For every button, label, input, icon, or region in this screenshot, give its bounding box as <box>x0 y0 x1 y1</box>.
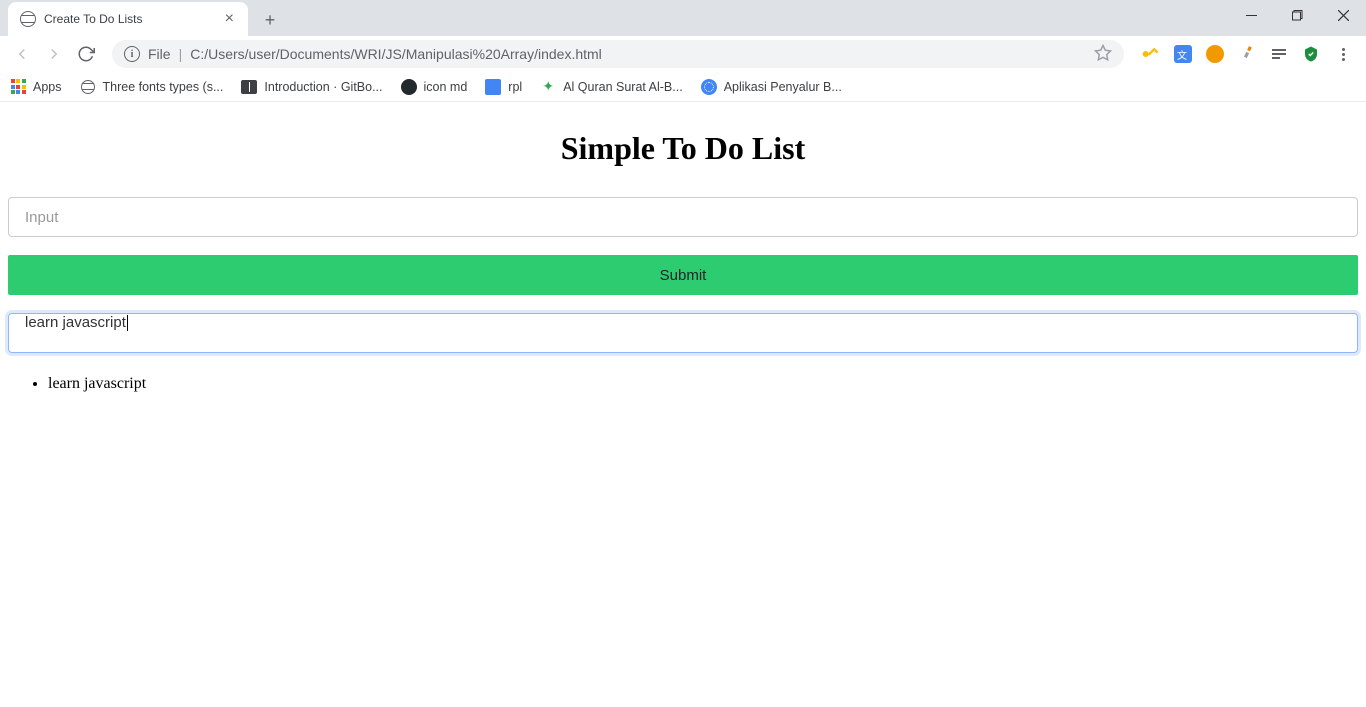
reload-button[interactable] <box>72 40 100 68</box>
bookmarks-bar: Apps Three fonts types (s... Introductio… <box>0 72 1366 102</box>
translate-icon[interactable] <box>1174 45 1192 63</box>
tab-title: Create To Do Lists <box>44 12 223 26</box>
list-item: learn javascript <box>48 375 1358 393</box>
globe-icon <box>20 11 36 27</box>
app-icon <box>701 79 717 95</box>
github-icon <box>401 79 417 95</box>
close-icon[interactable]: × <box>223 10 236 28</box>
window-controls <box>1228 0 1366 36</box>
bookmark-label: icon md <box>424 80 468 94</box>
bookmark-gitbook[interactable]: Introduction · GitBo... <box>241 79 382 95</box>
text-cursor <box>127 315 128 331</box>
apps-grid-icon <box>10 79 26 95</box>
bookmark-icon-md[interactable]: icon md <box>401 79 468 95</box>
quran-icon: ✦ <box>540 79 556 95</box>
address-path: C:/Users/user/Documents/WRI/JS/Manipulas… <box>190 46 1086 62</box>
extensions <box>1136 45 1358 63</box>
todo-input-secondary[interactable]: learn javascript <box>8 313 1358 353</box>
submit-button[interactable]: Submit <box>8 255 1358 295</box>
bookmark-label: Apps <box>33 80 62 94</box>
page-title: Simple To Do List <box>8 130 1358 167</box>
bookmark-label: Aplikasi Penyalur B... <box>724 80 842 94</box>
todo-list: learn javascript <box>8 375 1358 393</box>
extension-orange-circle-icon[interactable] <box>1206 45 1224 63</box>
new-tab-button[interactable]: + <box>256 6 284 34</box>
minimize-button[interactable] <box>1228 0 1274 30</box>
reading-list-icon[interactable] <box>1270 45 1288 63</box>
address-divider: | <box>179 46 183 62</box>
bookmark-label: Three fonts types (s... <box>103 80 224 94</box>
input-value: learn javascript <box>25 314 126 331</box>
bookmark-aplikasi[interactable]: Aplikasi Penyalur B... <box>701 79 842 95</box>
book-icon <box>241 79 257 95</box>
bookmark-label: Introduction · GitBo... <box>264 80 382 94</box>
star-icon[interactable] <box>1094 44 1112 65</box>
address-scheme: File <box>148 46 171 62</box>
maximize-button[interactable] <box>1274 0 1320 30</box>
page-content: Simple To Do List Submit learn javascrip… <box>0 102 1366 413</box>
todo-input[interactable] <box>8 197 1358 237</box>
info-icon[interactable]: i <box>124 46 140 62</box>
back-button[interactable] <box>8 40 36 68</box>
paintbrush-icon[interactable] <box>1235 42 1258 65</box>
browser-tab-strip: Create To Do Lists × + <box>0 0 1366 36</box>
address-bar[interactable]: i File | C:/Users/user/Documents/WRI/JS/… <box>112 40 1124 68</box>
close-window-button[interactable] <box>1320 0 1366 30</box>
bookmark-label: Al Quran Surat Al-B... <box>563 80 683 94</box>
forward-button[interactable] <box>40 40 68 68</box>
bookmark-apps[interactable]: Apps <box>10 79 62 95</box>
key-icon[interactable] <box>1138 41 1163 66</box>
shield-icon[interactable] <box>1302 45 1320 63</box>
browser-tab[interactable]: Create To Do Lists × <box>8 2 248 36</box>
bookmark-label: rpl <box>508 80 522 94</box>
rpl-icon <box>485 79 501 95</box>
bookmark-rpl[interactable]: rpl <box>485 79 522 95</box>
globe-icon <box>80 79 96 95</box>
menu-icon[interactable] <box>1334 45 1352 63</box>
bookmark-three-fonts[interactable]: Three fonts types (s... <box>80 79 224 95</box>
bookmark-alquran[interactable]: ✦ Al Quran Surat Al-B... <box>540 79 683 95</box>
toolbar: i File | C:/Users/user/Documents/WRI/JS/… <box>0 36 1366 72</box>
